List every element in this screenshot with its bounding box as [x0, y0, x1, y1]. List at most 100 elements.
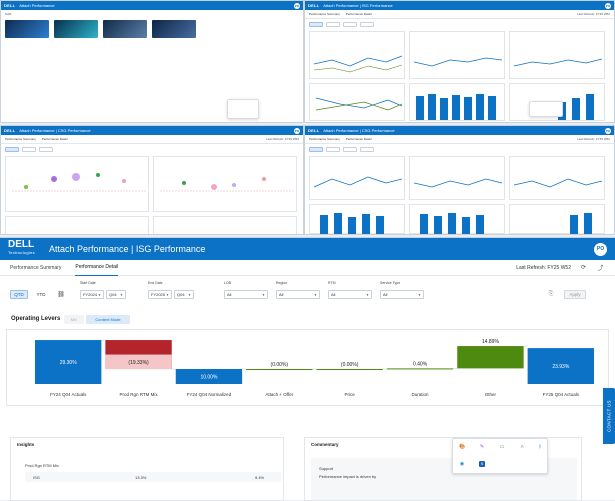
quick-toolbox: 🎨 ✎ ▭ ∩ ᛒ ◉ S: [452, 438, 548, 474]
tile-2[interactable]: [54, 20, 98, 38]
window-mid-left[interactable]: DELL Attach Performance | CSG Performanc…: [0, 125, 304, 235]
waterfall-category-label: Attach + Offer: [265, 392, 293, 397]
mini-line-chart: [413, 57, 503, 67]
end-fy-value: FY2025: [151, 292, 166, 297]
mini-line-chart: [315, 97, 403, 111]
mini-chip[interactable]: [326, 147, 340, 152]
mini-chip[interactable]: [326, 22, 340, 27]
window-title: Attach Performance | CSG Performance: [323, 128, 395, 133]
tile-3[interactable]: [103, 20, 147, 38]
mini-chip[interactable]: [5, 147, 19, 152]
mini-chip[interactable]: [343, 22, 357, 27]
waterfall-bar: [246, 369, 313, 370]
waterfall-category-label: Price: [345, 392, 356, 397]
paint-icon[interactable]: 🎨: [459, 444, 465, 450]
mini-chip[interactable]: [39, 147, 53, 152]
mini-card: [5, 156, 149, 212]
qtd-toggle[interactable]: QTD: [10, 290, 28, 299]
headset-icon[interactable]: ∩: [519, 444, 525, 450]
mini-tab-detail[interactable]: Performance Detail: [346, 137, 372, 141]
chevron-down-icon: ▼: [166, 292, 169, 297]
trend-icon[interactable]: ⤴: [596, 263, 605, 272]
mini-tab-summary[interactable]: Performance Summary: [309, 137, 340, 141]
start-fy-select[interactable]: FY2024 ▼: [80, 290, 104, 299]
tab-performance-summary[interactable]: Performance Summary: [10, 260, 61, 276]
waterfall-bar: [457, 346, 524, 369]
tile-4[interactable]: [152, 20, 196, 38]
end-fy-select[interactable]: FY2025 ▼: [148, 290, 172, 299]
sync-icon[interactable]: ⟳: [579, 263, 588, 272]
last-refresh-area: Last Refresh: FY25 W52 ⟳ ⤴: [516, 263, 605, 273]
mini-chip[interactable]: [309, 22, 323, 27]
mini-line-chart: [513, 178, 603, 188]
lob-select[interactable]: All ▼: [224, 290, 268, 299]
dell-logo: DELL: [308, 128, 320, 133]
mini-card: [509, 156, 605, 200]
tile-1[interactable]: [5, 20, 49, 38]
bluetooth-icon[interactable]: ᛒ: [537, 444, 543, 450]
mini-bar-chart: [416, 94, 496, 120]
pen-icon[interactable]: ✎: [479, 444, 485, 450]
mini-tab-summary[interactable]: Performance Summary: [309, 12, 340, 16]
main-window: DELL Technologies Attach Performance | I…: [0, 237, 615, 501]
window-title: Attach Performance | CSG Performance: [19, 128, 91, 133]
lob-value: All: [227, 292, 232, 297]
chat-icon[interactable]: ▭: [499, 444, 505, 450]
mini-card: [409, 156, 505, 200]
mini-chip[interactable]: [22, 147, 36, 152]
rtm-label: RTM: [328, 281, 336, 285]
start-q-select[interactable]: Q04 ▼: [106, 290, 126, 299]
waterfall-chart: 29.30% FY24 Q04 Actuals (19.33%) Prod Rgn R…: [6, 329, 609, 406]
avatar[interactable]: PO: [605, 2, 611, 9]
window-tag: CAN: [5, 12, 12, 16]
waterfall-value-label: 0.40%: [413, 361, 428, 367]
waterfall-value-label: 10.00%: [200, 375, 218, 381]
service-type-select[interactable]: All ▼: [380, 290, 424, 299]
avatar[interactable]: PO: [294, 127, 300, 134]
dell-logo: DELL: [4, 3, 16, 8]
export-icon[interactable]: ⎘: [546, 290, 556, 299]
dell-logo[interactable]: DELL Technologies: [8, 240, 35, 257]
dell-logo: DELL: [4, 128, 16, 133]
contact-us-button[interactable]: CONTACT US: [603, 388, 615, 444]
mini-filters: [305, 144, 614, 155]
mix-toggle[interactable]: Mix: [64, 315, 84, 324]
tab-performance-detail[interactable]: Performance Detail: [75, 260, 119, 276]
avatar[interactable]: PO: [294, 2, 300, 9]
start-fy-value: FY2024: [83, 292, 98, 297]
tile-row: [1, 18, 303, 40]
apply-button[interactable]: Apply: [564, 290, 586, 299]
mini-bar-chart: [570, 213, 592, 234]
mini-chip[interactable]: [360, 22, 374, 27]
waterfall-value-label: 14.89%: [482, 339, 500, 345]
mini-chip[interactable]: [343, 147, 357, 152]
avatar[interactable]: PO: [605, 127, 611, 134]
mini-tab-detail[interactable]: Performance Detail: [346, 12, 372, 16]
dell-logo: DELL: [308, 3, 320, 8]
waterfall-bar: [316, 369, 383, 370]
start-date-label: Start Date: [80, 281, 96, 285]
avatar[interactable]: PO: [594, 242, 607, 256]
code-icon[interactable]: S: [479, 461, 485, 467]
filter-bar: QTD YTD ⛓ Start Date FY2024 ▼ Q04 ▼ End Da…: [0, 279, 615, 301]
mini-card: [509, 31, 605, 79]
window-title: Attach Performance | ISG Performance: [323, 3, 393, 8]
window-mid-right[interactable]: DELL Attach Performance | CSG Performanc…: [304, 125, 615, 235]
mini-chip[interactable]: [309, 147, 323, 152]
mini-chip[interactable]: [360, 147, 374, 152]
mini-tab-summary[interactable]: Performance Summary: [5, 137, 36, 141]
service-type-label: Service Type: [380, 281, 401, 285]
link-icon[interactable]: ⛓: [56, 290, 66, 299]
waterfall-category-label: FY25 Q04 Actuals: [543, 392, 580, 397]
rtm-select[interactable]: All ▼: [328, 290, 372, 299]
window-top-right[interactable]: DELL Attach Performance | ISG Performanc…: [304, 0, 615, 123]
window-title: Attach Performance: [19, 3, 55, 8]
mini-tab-detail[interactable]: Performance Detail: [42, 137, 68, 141]
ytd-toggle[interactable]: YTD: [32, 290, 50, 299]
content-mode-toggle[interactable]: Content Mode: [86, 315, 130, 324]
commentary-title: Commentary: [311, 442, 339, 447]
browser-icon[interactable]: ◉: [459, 461, 465, 467]
window-top-left[interactable]: DELL Attach Performance PO CAN: [0, 0, 304, 123]
end-q-select[interactable]: Q04 ▼: [174, 290, 194, 299]
region-select[interactable]: All ▼: [276, 290, 320, 299]
